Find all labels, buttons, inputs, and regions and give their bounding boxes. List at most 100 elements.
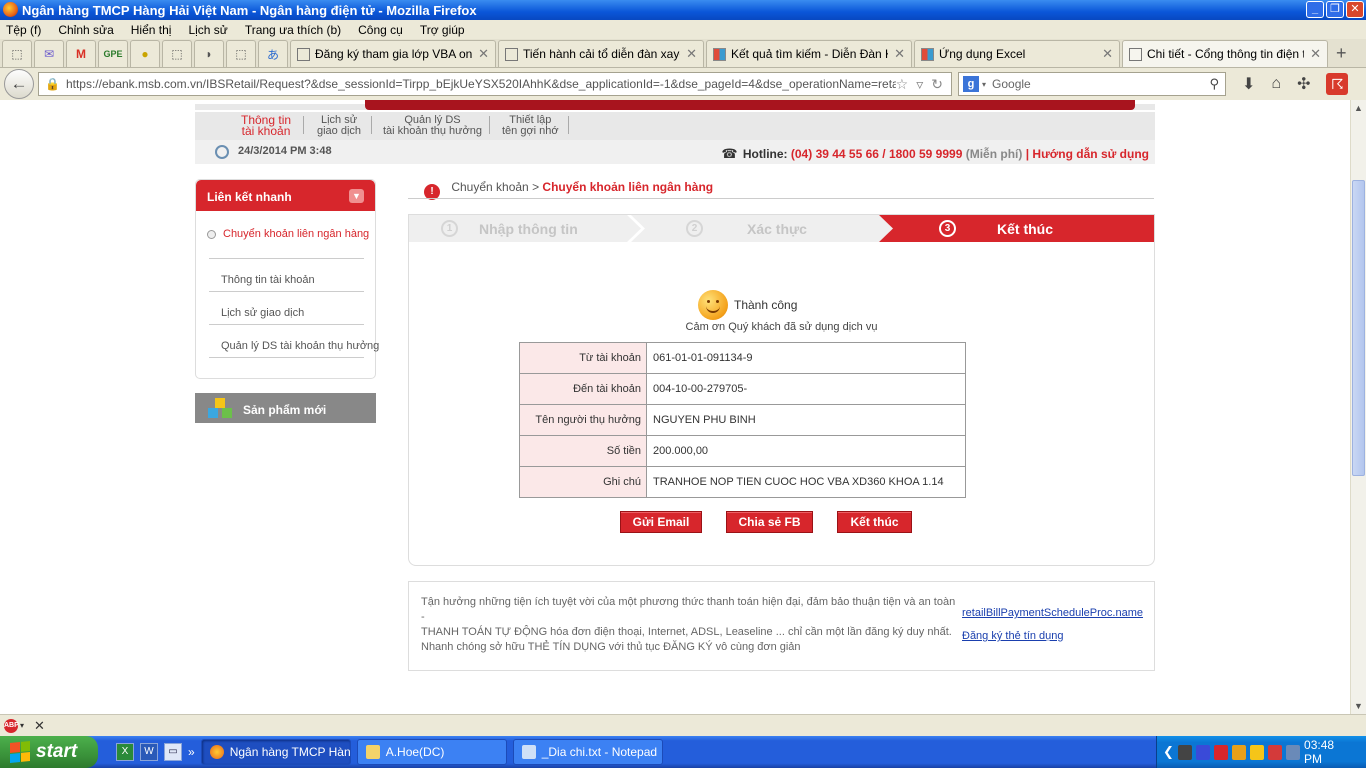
subnav-beneficiary-list[interactable]: Quản lý DS tài khoản thụ hưởng [383,115,482,137]
bullet-icon [207,230,216,239]
user-guide-link[interactable]: Hướng dẫn sử dụng [1032,147,1149,161]
menu-tools[interactable]: Công cụ [358,23,403,37]
quick-links-panel: Liên kết nhanh ▼ Chuyển khoản liên ngân … [195,179,379,379]
bill-payment-link[interactable]: retailBillPaymentScheduleProc.name [962,602,1143,625]
clock-icon [215,145,229,159]
system-clock[interactable]: 03:48 PM [1304,738,1352,766]
share-fb-button[interactable]: Chia sẻ FB [726,511,813,533]
excel-icon[interactable]: X [116,743,134,761]
restore-button[interactable]: ❐ [1326,1,1344,18]
adblock-icon[interactable]: ABP [4,718,19,733]
magnifier-icon[interactable]: ⚲ [1209,76,1225,92]
close-addon-bar-icon[interactable]: ✕ [34,718,45,734]
tab-close-icon[interactable]: ✕ [478,46,489,62]
antivirus-icon[interactable] [1213,744,1228,760]
tab-close-icon[interactable]: ✕ [894,46,905,62]
breadcrumb-parent[interactable]: Chuyển khoản > [451,180,539,194]
pinned-tab-gpe[interactable]: GPE [98,40,128,67]
url-bar[interactable]: 🔒 https://ebank.msb.com.vn/IBSRetail/Req… [38,72,952,96]
account-subnav: Thông tin tài khoản Lịch sử giao dịch Quản… [195,112,1155,140]
tab-close-icon[interactable]: ✕ [1102,46,1113,62]
sidebar-item-account-info[interactable]: Thông tin tài khoản [209,259,364,292]
menu-history[interactable]: Lịch sử [188,23,227,37]
cubes-icon [208,398,232,418]
scrollbar-thumb[interactable] [1352,180,1365,476]
pinned-tab-translate[interactable]: あ [258,40,288,67]
sidebar-item-beneficiary-list[interactable]: Quản lý DS tài khoản thụ hưởng [209,325,379,358]
page-icon [297,47,310,61]
promo-box: Tận hưởng những tiện ích tuyệt vời của m… [408,581,1155,671]
vietkey-icon[interactable] [1267,744,1282,760]
smiley-icon [698,290,728,320]
new-products-banner[interactable]: Sản phẩm mới [195,393,376,423]
menu-bar: Tệp (f) Chỉnh sửa Hiển thị Lịch sử Trang… [0,20,1366,39]
sidebar-item-transaction-history[interactable]: Lịch sử giao dịch [209,292,364,325]
reload-icon[interactable]: ↻ [931,76,943,93]
close-window-button[interactable]: ✕ [1346,1,1364,18]
avira-icon[interactable]: ☈ [1326,73,1349,95]
system-tray: ❮ 03:48 PM [1156,736,1366,768]
search-bar[interactable]: g ▾ Google ⚲ [958,72,1226,96]
pinned-tab-gmail[interactable]: M [66,40,96,67]
desktop-icon[interactable]: ▭ [164,743,182,761]
pinned-tab-mail[interactable]: ✉ [34,40,64,67]
volume-icon[interactable] [1286,744,1301,760]
download-icon[interactable]: ⬇ [1242,74,1255,94]
tab-close-icon[interactable]: ✕ [1310,46,1321,62]
table-row: Ghi chú TRANHOE NOP TIEN CUOC HOC VBA XD… [519,466,966,498]
search-input[interactable]: Google [986,77,1209,91]
subnav-account-info[interactable]: Thông tin tài khoản [241,114,291,137]
star-icon[interactable] [1249,744,1264,760]
bookmark-star-icon[interactable]: ☆ [896,76,909,93]
menu-view[interactable]: Hiển thị [131,23,172,37]
pinned-tab-dark[interactable]: ◗ [194,40,224,67]
scroll-down-icon[interactable]: ▼ [1354,701,1363,711]
menu-edit[interactable]: Chỉnh sửa [58,23,113,37]
windows-flag-icon [10,740,30,764]
minimize-button[interactable]: _ [1306,1,1324,18]
step-2-number: 2 [686,220,703,237]
task-firefox[interactable]: Ngân hàng TMCP Hàn... [200,739,351,765]
subnav-transaction-history[interactable]: Lịch sử giao dịch [317,115,361,137]
sidebar-item-interbank-transfer[interactable]: Chuyển khoản liên ngân hàng [207,211,369,259]
send-email-button[interactable]: Gửi Email [620,511,702,533]
credit-card-register-link[interactable]: Đăng ký thẻ tín dụng [962,625,1143,648]
finish-button[interactable]: Kết thúc [837,511,912,533]
new-tab-button[interactable]: + [1336,40,1347,67]
current-datetime: 24/3/2014 PM 3:48 [238,145,332,157]
menu-bookmarks[interactable]: Trang ưa thích (b) [245,23,341,37]
adblock-dropdown-icon[interactable]: ▾ [20,721,24,730]
success-message: Thành công [698,290,797,320]
collapse-chevron-icon[interactable]: ▼ [349,189,364,203]
page-icon [505,47,518,61]
pinned-tab-blank[interactable]: ⬚ [2,40,32,67]
word-icon[interactable]: W [140,743,158,761]
pinned-tab-yellow[interactable]: ● [130,40,160,67]
tab-close-icon[interactable]: ✕ [686,46,697,62]
tab-portal-detail[interactable]: Chi tiết - Cổng thông tin điện tử ✕ [1122,40,1328,67]
display-icon[interactable] [1195,744,1210,760]
menu-file[interactable]: Tệp (f) [6,23,41,37]
home-icon[interactable]: ⌂ [1271,75,1281,93]
back-button[interactable]: ← [4,69,34,99]
quick-launch-expand-icon[interactable]: » [188,745,195,759]
page-scrollbar[interactable]: ▲ ▼ [1350,100,1366,714]
quick-launch: X W ▭ [116,743,182,761]
subnav-nickname-setup[interactable]: Thiết lập tên gợi nhớ [502,115,559,137]
tab-vba-online[interactable]: Đăng ký tham gia lớp VBA online ... ✕ [290,40,496,67]
tab-excel-app[interactable]: Ứng dụng Excel ✕ [914,40,1120,67]
tab-search-results[interactable]: Kết quả tìm kiếm - Diễn Đàn Kế T... ✕ [706,40,912,67]
pinned-tab-blank-2[interactable]: ⬚ [162,40,192,67]
menu-help[interactable]: Trợ giúp [420,23,465,37]
pinned-tab-blank-3[interactable]: ⬚ [226,40,256,67]
task-notepad[interactable]: _Dia chi.txt - Notepad [512,739,663,765]
tab-xaydung-forum[interactable]: Tiến hành cải tổ diễn đàn xaydu... ✕ [498,40,704,67]
addon-icon[interactable]: ✣ [1297,74,1310,94]
scroll-up-icon[interactable]: ▲ [1354,103,1363,113]
network-icon[interactable] [1177,744,1192,760]
dropdown-arrow-icon[interactable]: ▿ [916,76,923,93]
unikey-icon[interactable] [1231,744,1246,760]
tray-expand-icon[interactable]: ❮ [1163,744,1174,760]
start-button[interactable]: start [0,736,98,768]
task-folder[interactable]: A.Hoe(DC) [356,739,507,765]
